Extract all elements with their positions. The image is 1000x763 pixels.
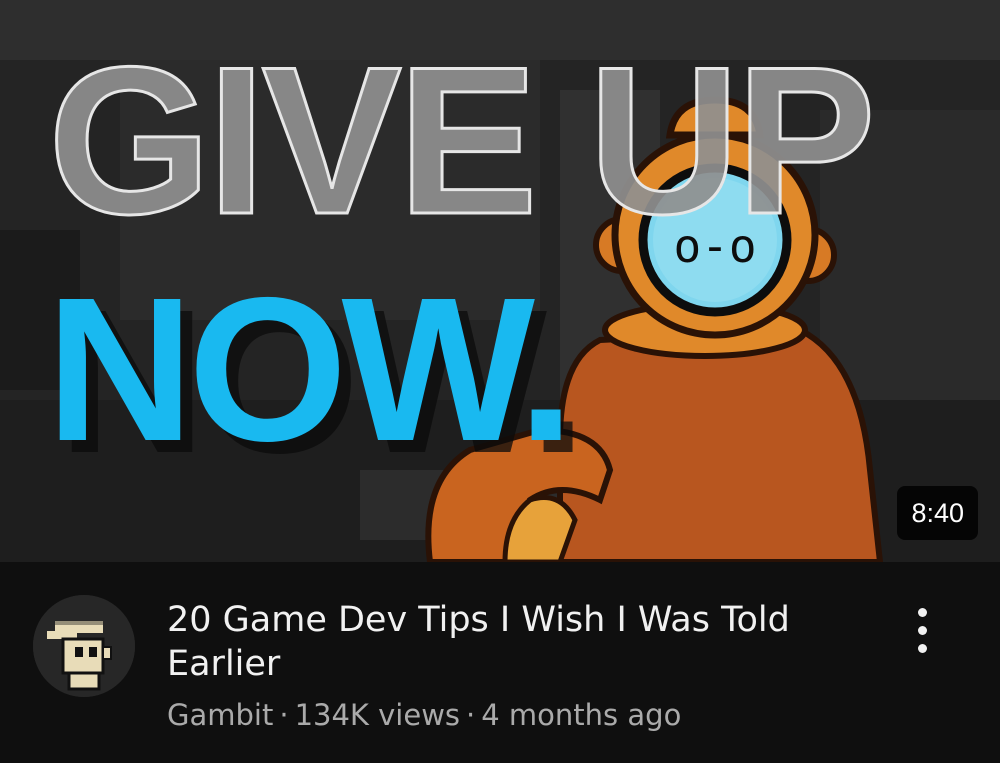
upload-age: 4 months ago — [481, 698, 682, 732]
channel-avatar[interactable] — [33, 595, 135, 697]
video-title[interactable]: 20 Game Dev Tips I Wish I Was Told Earli… — [167, 598, 867, 686]
more-vert-icon-dot — [918, 644, 927, 653]
separator: · — [466, 698, 476, 732]
more-vert-icon — [918, 608, 927, 617]
video-metadata: Gambit · 134K views · 4 months ago — [167, 695, 681, 735]
more-options-button[interactable] — [900, 600, 946, 660]
pixel-art-avatar-icon — [33, 595, 135, 697]
duration-badge: 8:40 — [897, 486, 978, 540]
view-count: 134K views — [294, 698, 461, 732]
video-card: GIVE UP NOW. NOW. o-o 8:40 20 Game Dev T… — [0, 0, 1000, 763]
channel-name[interactable]: Gambit — [167, 698, 273, 732]
video-thumbnail[interactable]: GIVE UP NOW. NOW. o-o 8:40 — [0, 0, 1000, 562]
separator: · — [279, 698, 289, 732]
headline-bottom: NOW. — [46, 255, 569, 484]
character-face: o-o — [673, 219, 756, 273]
more-vert-icon-dot — [918, 626, 927, 635]
thumbnail-art: GIVE UP NOW. NOW. o-o — [0, 0, 1000, 562]
video-details: 20 Game Dev Tips I Wish I Was Told Earli… — [0, 562, 1000, 763]
